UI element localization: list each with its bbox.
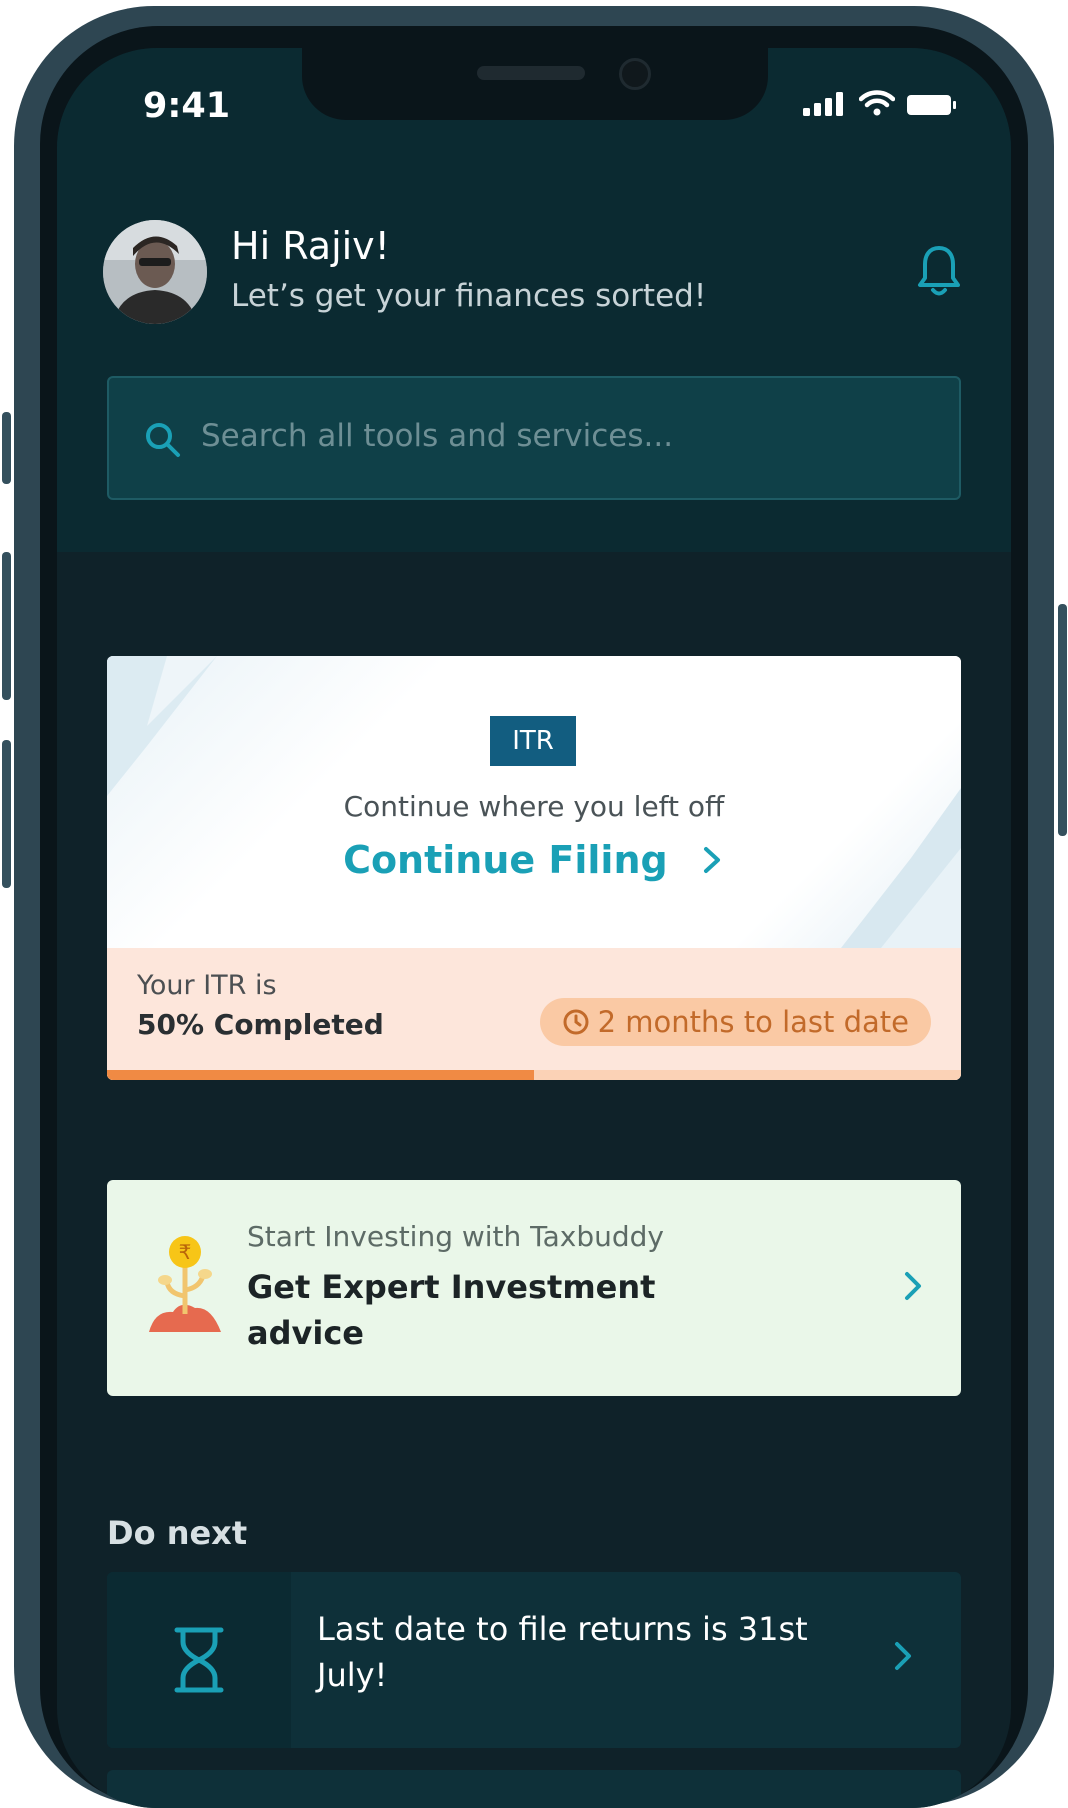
- bell-icon: [918, 246, 960, 296]
- status-time: 9:41: [143, 86, 231, 126]
- investment-card[interactable]: ₹ Start Investing with Taxbuddy Get Expe…: [107, 1180, 961, 1396]
- invest-small-text: Start Investing with Taxbuddy: [247, 1220, 665, 1253]
- itr-subtitle: Continue where you left off: [343, 790, 725, 823]
- chevron-right-icon: [895, 1642, 911, 1670]
- hourglass-icon: [174, 1627, 224, 1693]
- power-button: [1058, 604, 1067, 836]
- section-title-do-next: Do next: [107, 1514, 248, 1552]
- itr-badge: ITR: [490, 716, 576, 766]
- itr-card[interactable]: ITR Continue where you left off Continue…: [107, 656, 961, 1080]
- invest-chevron[interactable]: [901, 1268, 925, 1308]
- invest-title: Get Expert Investment advice: [247, 1268, 656, 1352]
- clock-icon: [563, 1009, 589, 1035]
- continue-filing-label: Continue Filing: [343, 838, 668, 882]
- money-plant-illustration: ₹: [145, 1234, 225, 1342]
- deadline-badge: 2 months to last date: [539, 998, 931, 1046]
- task-icon-box: [107, 1572, 291, 1748]
- progress-fill: [107, 1070, 534, 1080]
- signal-icon: [803, 92, 843, 116]
- itr-status-strip: Your ITR is 50% Completed 2 months to la…: [107, 948, 961, 1080]
- money-plant-icon: ₹: [149, 1236, 221, 1332]
- volume-up-button: [2, 552, 11, 700]
- list-item[interactable]: Last date to file returns is 31st July!: [107, 1572, 961, 1748]
- list-item[interactable]: [107, 1770, 961, 1808]
- task-chevron[interactable]: [891, 1638, 915, 1678]
- task-text: Last date to file returns is 31st July!: [317, 1610, 808, 1694]
- speaker-grille: [477, 66, 585, 80]
- search-placeholder: Search all tools and services...: [201, 418, 674, 454]
- greeting: Hi Rajiv!: [231, 224, 390, 268]
- continue-filing-button[interactable]: Continue Filing: [107, 838, 961, 882]
- avatar[interactable]: [103, 220, 207, 324]
- chevron-right-icon: [905, 1272, 921, 1300]
- profile-photo: [103, 220, 207, 324]
- wifi-icon: [859, 90, 895, 116]
- itr-status-label: Your ITR is: [137, 970, 277, 1001]
- deadline-label: 2 months to last date: [597, 1005, 909, 1039]
- search-icon: [146, 423, 180, 457]
- rupee-symbol: ₹: [179, 1240, 192, 1264]
- notch: [302, 48, 768, 120]
- volume-down-button: [2, 740, 11, 888]
- app-screen: 9:41 Hi Rajiv! Let’s get your finances s…: [57, 48, 1011, 1808]
- itr-card-top: ITR Continue where you left off Continue…: [107, 656, 961, 948]
- front-camera: [619, 58, 651, 90]
- status-icons: [803, 90, 957, 116]
- search-input[interactable]: Search all tools and services...: [107, 376, 961, 500]
- battery-icon: [907, 95, 956, 115]
- greeting-subtitle: Let’s get your finances sorted!: [231, 278, 707, 314]
- chevron-right-icon: [703, 847, 720, 873]
- notifications-button[interactable]: [917, 244, 961, 302]
- itr-status-value: 50% Completed: [137, 1008, 384, 1041]
- mute-switch: [2, 412, 11, 484]
